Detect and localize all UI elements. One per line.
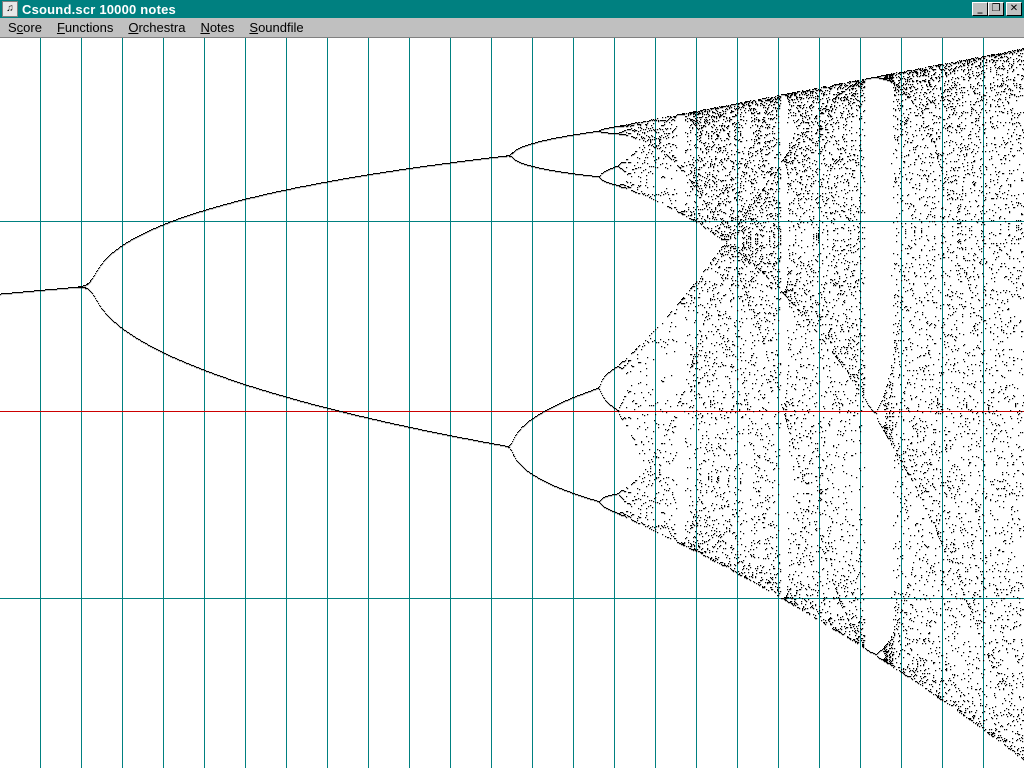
csound-app-icon[interactable]: ♫	[2, 1, 18, 17]
menu-notes[interactable]: Notes	[193, 19, 241, 37]
menu-functions-post: unctions	[64, 19, 114, 35]
bifurcation-plot	[0, 38, 1024, 768]
close-button[interactable]: ✕	[1006, 2, 1022, 16]
title-bar[interactable]: ♫ Csound.scr 10000 notes _ ❐ ✕	[0, 0, 1024, 18]
grid-lines	[0, 38, 1024, 768]
window-controls: _ ❐ ✕	[972, 2, 1022, 16]
menu-score-pre: S	[8, 19, 17, 35]
restore-button[interactable]: ❐	[988, 2, 1004, 16]
menu-functions-mnemonic: F	[56, 19, 65, 35]
csound-window: ♫ Csound.scr 10000 notes _ ❐ ✕ Score Fun…	[0, 0, 1024, 768]
menu-orchestra-post: rchestra	[138, 19, 186, 35]
menu-functions[interactable]: Functions	[50, 19, 120, 37]
score-canvas[interactable]	[0, 38, 1024, 768]
menu-soundfile[interactable]: Soundfile	[242, 19, 310, 37]
note-points	[0, 48, 1024, 761]
menu-notes-post: otes	[209, 19, 235, 35]
bifurcation-points	[0, 48, 1024, 761]
menu-notes-mnemonic: N	[200, 19, 210, 35]
menu-score[interactable]: Score	[1, 19, 49, 37]
menu-orchestra-mnemonic: O	[128, 19, 139, 35]
menu-bar: Score Functions Orchestra Notes Soundfil…	[0, 18, 1024, 38]
menu-orchestra[interactable]: Orchestra	[121, 19, 192, 37]
menu-score-post: ore	[23, 19, 42, 35]
menu-soundfile-post: oundfile	[258, 19, 304, 35]
minimize-button[interactable]: _	[972, 2, 988, 16]
window-title: Csound.scr 10000 notes	[22, 1, 176, 17]
menu-soundfile-mnemonic: S	[249, 19, 259, 35]
